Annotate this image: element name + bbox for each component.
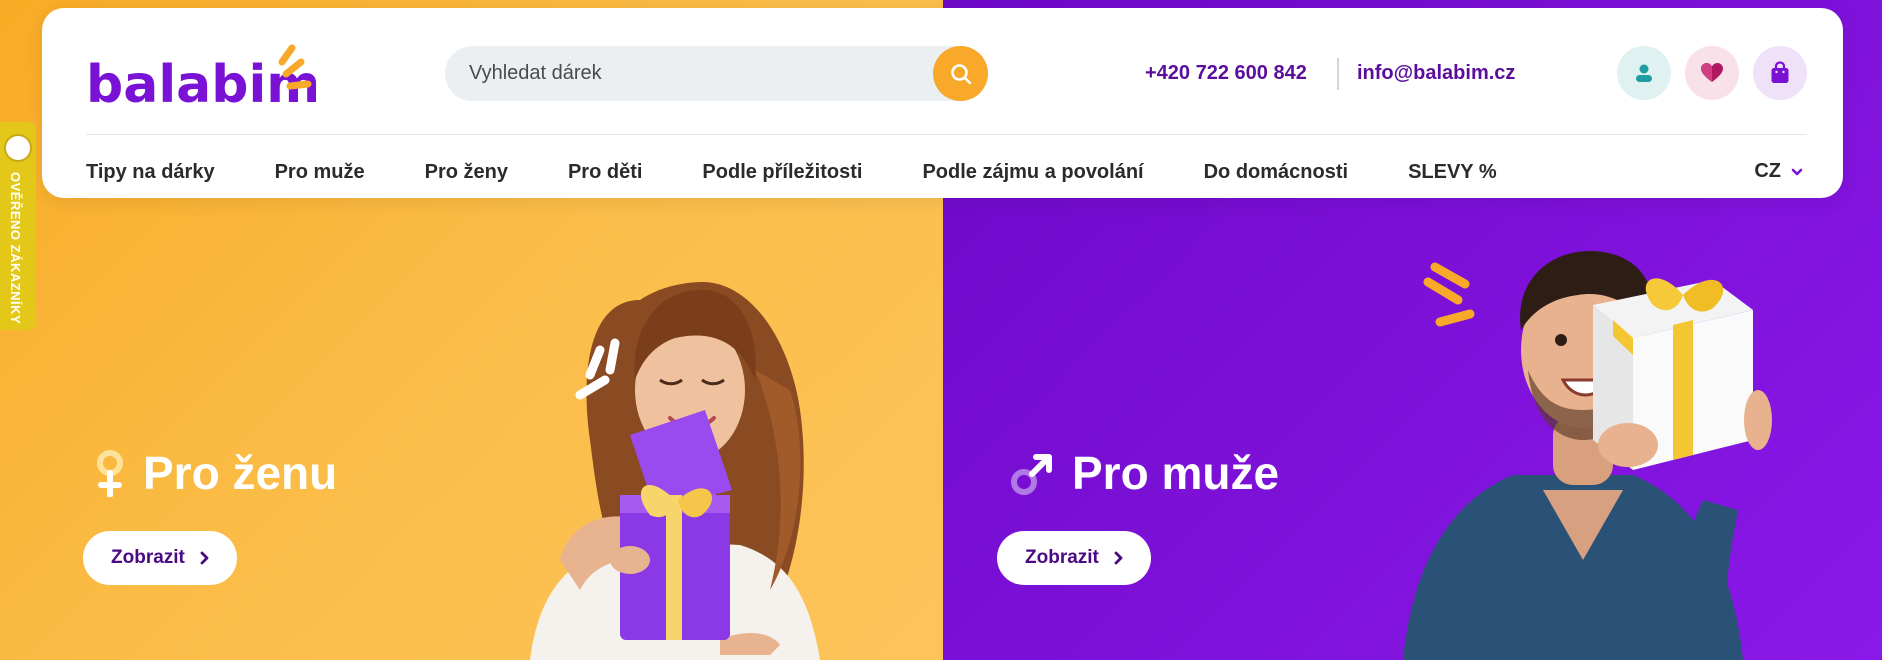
language-label: CZ xyxy=(1754,160,1781,182)
language-selector[interactable]: CZ xyxy=(1754,160,1803,183)
nav-item-do-domacnosti[interactable]: Do domácnosti xyxy=(1204,161,1348,184)
nav-item-pro-muze[interactable]: Pro muže xyxy=(275,161,365,184)
nav-item-tipy-na-darky[interactable]: Tipy na dárky xyxy=(86,161,215,184)
sparkle-accent-icon xyxy=(575,338,620,400)
user-icon xyxy=(1636,64,1652,82)
hero-women-button-label: Zobrazit xyxy=(111,547,185,568)
hero-women-show-button[interactable]: Zobrazit xyxy=(83,531,237,585)
verified-badge-label: OVĚŘENO ZÁKAZNÍKY xyxy=(8,172,23,325)
account-button[interactable] xyxy=(1617,46,1671,100)
sparkle-accent-icon xyxy=(1423,262,1475,327)
hero-women-title: Pro ženu xyxy=(95,446,337,500)
hero-men-title-text: Pro muže xyxy=(1072,447,1280,499)
site-header: balabim +420 722 600 842 info@balabim.cz xyxy=(42,8,1843,198)
chevron-right-icon xyxy=(200,551,209,565)
contact-divider xyxy=(1337,58,1339,90)
chevron-right-icon xyxy=(1114,551,1123,565)
header-divider xyxy=(86,134,1807,135)
search-input[interactable] xyxy=(445,46,915,101)
contact-email-link[interactable]: info@balabim.cz xyxy=(1357,62,1515,85)
search-button[interactable] xyxy=(933,46,988,101)
chevron-down-icon xyxy=(1791,168,1803,175)
nav-item-slevy[interactable]: SLEVY % xyxy=(1408,161,1497,184)
hero-men-title: Pro muže xyxy=(1010,446,1279,500)
hero-men-show-button[interactable]: Zobrazit xyxy=(997,531,1151,585)
heart-icon xyxy=(1701,63,1723,82)
search-bar xyxy=(445,46,988,101)
nav-item-podle-zajmu[interactable]: Podle zájmu a povolání xyxy=(922,161,1143,184)
verified-by-customers-badge[interactable]: OVĚŘENO ZÁKAZNÍKY xyxy=(0,122,36,330)
hero-women-title-text: Pro ženu xyxy=(143,447,338,499)
nav-item-pro-zeny[interactable]: Pro ženy xyxy=(425,161,508,184)
nav-item-pro-deti[interactable]: Pro děti xyxy=(568,161,642,184)
search-icon xyxy=(950,63,971,84)
wishlist-button[interactable] xyxy=(1685,46,1739,100)
seal-icon xyxy=(4,134,32,162)
hero-men-button-label: Zobrazit xyxy=(1025,547,1099,568)
balabim-logo[interactable]: balabim xyxy=(86,44,316,114)
cart-button[interactable] xyxy=(1753,46,1807,100)
male-symbol-icon xyxy=(1010,450,1054,496)
woman-with-gift-image xyxy=(530,281,820,660)
main-nav: Tipy na dárky Pro muže Pro ženy Pro děti… xyxy=(86,154,1557,190)
female-symbol-icon xyxy=(95,449,125,497)
nav-item-podle-prilezitosti[interactable]: Podle příležitosti xyxy=(702,161,862,184)
bag-icon xyxy=(1771,61,1789,83)
contact-phone-link[interactable]: +420 722 600 842 xyxy=(1145,62,1307,85)
